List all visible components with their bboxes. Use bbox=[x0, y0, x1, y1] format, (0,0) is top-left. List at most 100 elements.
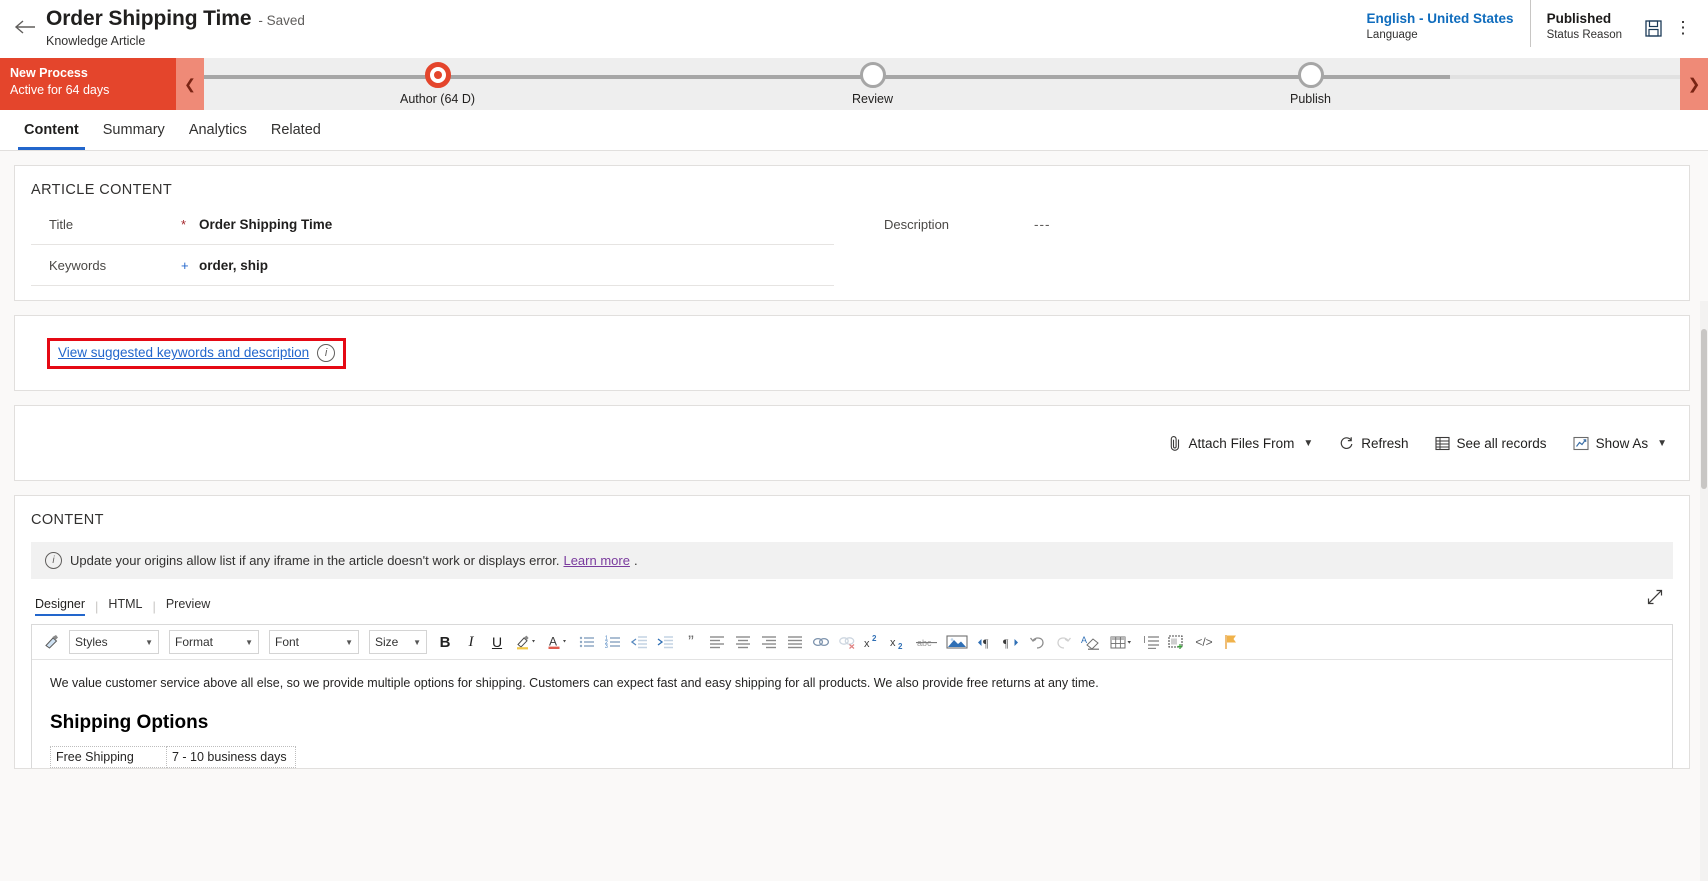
field-description[interactable]: Description --- bbox=[866, 204, 1671, 244]
see-all-records-button[interactable]: See all records bbox=[1434, 436, 1547, 451]
svg-text:x: x bbox=[864, 638, 870, 650]
ltr-icon[interactable]: ¶ bbox=[972, 630, 998, 654]
styles-label: Styles bbox=[75, 635, 108, 649]
article-content-left-column: Title * Order Shipping Time Keywords + o… bbox=[15, 204, 852, 286]
redo-icon[interactable] bbox=[1050, 630, 1076, 654]
save-icon[interactable] bbox=[1638, 10, 1668, 46]
highlight-color-icon[interactable] bbox=[510, 630, 542, 654]
process-node-review[interactable]: Review bbox=[852, 62, 893, 106]
insert-table-icon[interactable] bbox=[1106, 630, 1138, 654]
form-body: ARTICLE CONTENT Title * Order Shipping T… bbox=[0, 151, 1708, 881]
more-commands-icon[interactable]: ⋮ bbox=[1668, 10, 1698, 46]
format-painter-icon[interactable] bbox=[38, 630, 64, 654]
line-height-icon[interactable] bbox=[1138, 630, 1164, 654]
align-center-icon[interactable] bbox=[730, 630, 756, 654]
notice-tail: . bbox=[633, 553, 638, 568]
refresh-button[interactable]: Refresh bbox=[1339, 436, 1409, 451]
language-field[interactable]: English - United States Language bbox=[1351, 0, 1530, 41]
content-heading: CONTENT bbox=[31, 512, 104, 528]
svg-text:¶: ¶ bbox=[1003, 636, 1009, 650]
increase-indent-icon[interactable] bbox=[652, 630, 678, 654]
flag-icon[interactable] bbox=[1218, 630, 1244, 654]
learn-more-link[interactable]: Learn more bbox=[563, 553, 629, 568]
language-value[interactable]: English - United States bbox=[1367, 11, 1514, 26]
font-dropdown[interactable]: Font ▼ bbox=[269, 630, 359, 654]
required-marker: * bbox=[181, 216, 187, 232]
scrollbar-thumb[interactable] bbox=[1701, 329, 1707, 489]
chart-icon bbox=[1573, 436, 1589, 451]
rte-toolbar: Styles ▼ Format ▼ Font ▼ Size ▼ B I U A … bbox=[32, 625, 1672, 660]
rtl-icon[interactable]: ¶ bbox=[998, 630, 1024, 654]
vertical-scrollbar[interactable] bbox=[1700, 301, 1708, 881]
process-stage-summary[interactable]: New Process Active for 64 days bbox=[0, 58, 176, 110]
tab-label: Content bbox=[24, 122, 79, 138]
article-heading: Shipping Options bbox=[50, 712, 209, 733]
process-node-author[interactable]: Author (64 D) bbox=[400, 62, 475, 106]
process-node-label: Review bbox=[852, 92, 893, 106]
remove-link-icon[interactable] bbox=[834, 630, 860, 654]
tab-analytics[interactable]: Analytics bbox=[177, 110, 259, 150]
subscript-icon[interactable]: x 2 bbox=[886, 630, 912, 654]
tab-content[interactable]: Content bbox=[12, 110, 91, 150]
shipping-options-table: Free Shipping 7 - 10 business days bbox=[50, 746, 296, 768]
remove-format-icon[interactable]: A bbox=[1076, 630, 1106, 654]
font-color-icon[interactable]: A bbox=[542, 630, 574, 654]
tab-related[interactable]: Related bbox=[259, 110, 333, 150]
chevron-left-icon[interactable]: ❮ bbox=[176, 58, 204, 110]
editor-tab-label: Designer bbox=[35, 597, 86, 611]
styles-dropdown[interactable]: Styles ▼ bbox=[69, 630, 159, 654]
field-keywords[interactable]: Keywords + order, ship bbox=[31, 245, 834, 286]
back-arrow-icon[interactable] bbox=[8, 10, 42, 44]
strikethrough-icon[interactable]: abc bbox=[912, 630, 942, 654]
format-dropdown[interactable]: Format ▼ bbox=[169, 630, 259, 654]
insert-image-icon[interactable] bbox=[942, 630, 972, 654]
align-left-icon[interactable] bbox=[704, 630, 730, 654]
field-value[interactable]: Order Shipping Time bbox=[199, 217, 332, 232]
process-node-publish[interactable]: Publish bbox=[1290, 62, 1331, 106]
insert-link-icon[interactable] bbox=[808, 630, 834, 654]
rte-content-area[interactable]: We value customer service above all else… bbox=[32, 660, 1672, 768]
numbered-list-icon[interactable]: 123 bbox=[600, 630, 626, 654]
chevron-down-icon: ▼ bbox=[245, 637, 253, 647]
blockquote-icon[interactable]: ” bbox=[678, 630, 704, 654]
language-label: Language bbox=[1366, 29, 1418, 41]
view-suggested-keywords-link[interactable]: View suggested keywords and description bbox=[58, 345, 309, 360]
undo-icon[interactable] bbox=[1024, 630, 1050, 654]
header-right-group: English - United States Language Publish… bbox=[1351, 0, 1708, 58]
pending-stage-dot-icon bbox=[1297, 62, 1324, 88]
superscript-icon[interactable]: x 2 bbox=[860, 630, 886, 654]
svg-text:A: A bbox=[549, 635, 557, 649]
status-reason-field: Published Status Reason bbox=[1529, 0, 1638, 47]
info-icon: i bbox=[45, 552, 62, 569]
field-label: Description bbox=[884, 216, 950, 232]
italic-icon[interactable]: I bbox=[458, 630, 484, 654]
editor-tab-label: Preview bbox=[165, 597, 211, 611]
field-value[interactable]: --- bbox=[1034, 217, 1051, 232]
optional-marker: + bbox=[181, 257, 189, 273]
justify-icon[interactable] bbox=[782, 630, 808, 654]
title-block: Order Shipping Time - Saved Knowledge Ar… bbox=[46, 7, 305, 48]
field-title[interactable]: Title * Order Shipping Time bbox=[31, 204, 834, 245]
svg-text:2: 2 bbox=[872, 635, 877, 643]
tab-preview[interactable]: Preview bbox=[156, 597, 220, 616]
chevron-right-icon[interactable]: ❯ bbox=[1680, 58, 1708, 110]
show-as-button[interactable]: Show As ▼ bbox=[1573, 436, 1667, 451]
underline-icon[interactable]: U bbox=[484, 630, 510, 654]
tab-label: Summary bbox=[102, 122, 165, 138]
insert-template-icon[interactable] bbox=[1164, 630, 1190, 654]
tab-summary[interactable]: Summary bbox=[91, 110, 177, 150]
attach-files-from-label: Attach Files From bbox=[1188, 435, 1295, 451]
field-value[interactable]: order, ship bbox=[199, 258, 268, 273]
tab-designer[interactable]: Designer bbox=[31, 597, 95, 616]
attach-files-from-button[interactable]: Attach Files From ▼ bbox=[1169, 435, 1313, 452]
svg-text:A: A bbox=[1081, 635, 1087, 645]
tab-html[interactable]: HTML bbox=[98, 597, 152, 616]
bold-icon[interactable]: B bbox=[432, 630, 458, 654]
align-right-icon[interactable] bbox=[756, 630, 782, 654]
source-code-icon[interactable]: </> bbox=[1190, 630, 1218, 654]
decrease-indent-icon[interactable] bbox=[626, 630, 652, 654]
size-dropdown[interactable]: Size ▼ bbox=[369, 630, 427, 654]
info-icon[interactable]: i bbox=[317, 343, 336, 362]
expand-icon[interactable] bbox=[1647, 589, 1663, 605]
bulleted-list-icon[interactable] bbox=[574, 630, 600, 654]
